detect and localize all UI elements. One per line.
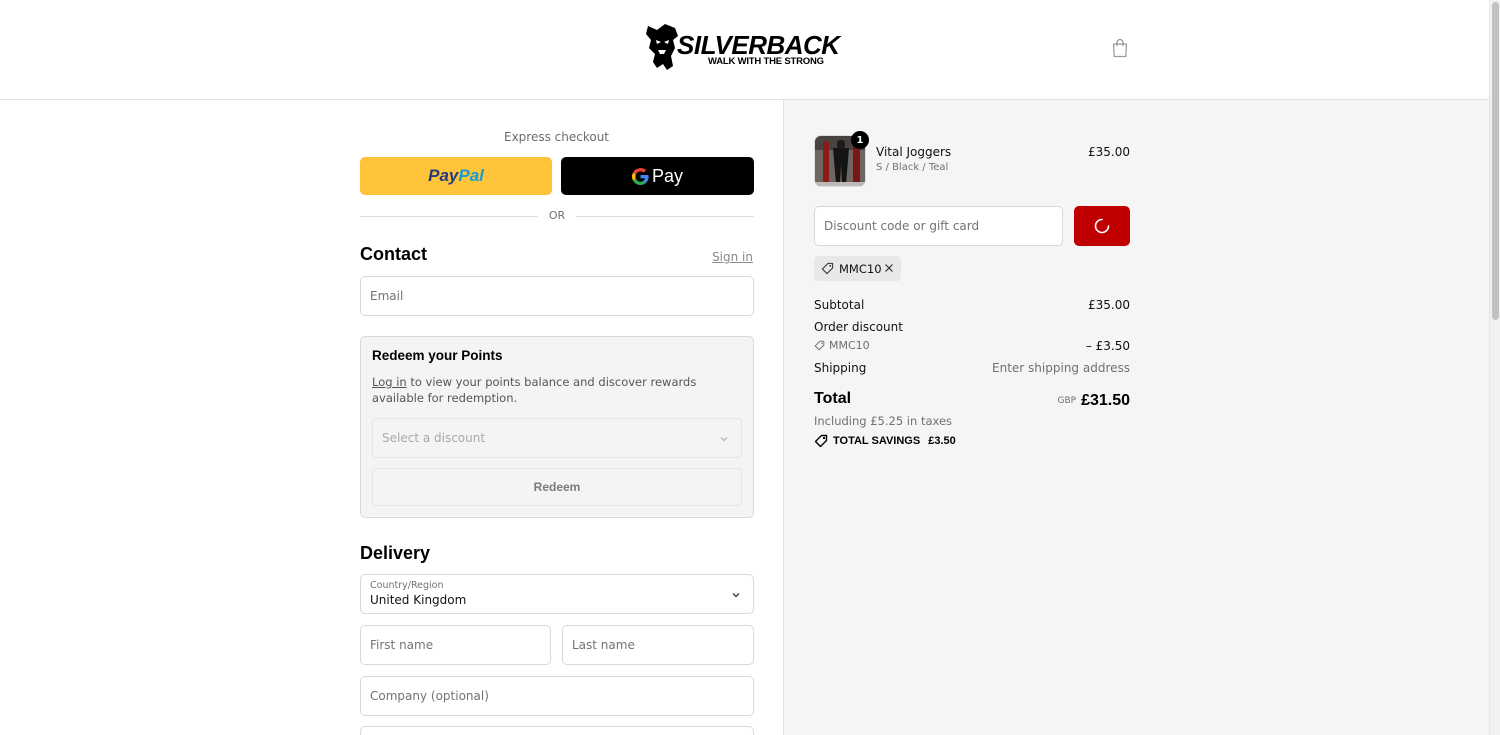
tag-icon xyxy=(814,434,828,448)
apply-discount-button[interactable] xyxy=(1074,206,1130,246)
total-label: Total xyxy=(814,390,852,407)
divider-right xyxy=(576,216,754,217)
remove-discount-icon[interactable] xyxy=(884,263,894,273)
last-name-placeholder: Last name xyxy=(572,638,635,652)
redeem-points-heading: Redeem your Points xyxy=(372,348,503,363)
address-field[interactable] xyxy=(360,726,754,735)
chevron-down-icon xyxy=(720,437,728,442)
contact-heading: Contact xyxy=(360,244,427,264)
page-scrollbar[interactable] xyxy=(1489,0,1500,735)
tag-icon xyxy=(821,262,834,275)
express-checkout-title: Express checkout xyxy=(503,130,610,144)
site-header: SILVERBACK WALK WITH THE STRONG xyxy=(0,0,1489,100)
total-amount: GBP £31.50 xyxy=(930,390,1130,410)
gorilla-logo-icon xyxy=(646,24,678,70)
total-savings-label: TOTAL SAVINGS xyxy=(833,435,921,447)
first-name-placeholder: First name xyxy=(370,638,434,652)
tax-line: Including £5.25 in taxes xyxy=(814,414,953,428)
delivery-heading: Delivery xyxy=(360,543,431,563)
applied-discount-code: MMC10 xyxy=(839,261,882,276)
google-g-icon xyxy=(632,167,649,185)
tag-icon xyxy=(814,340,825,351)
brand-tagline: WALK WITH THE STRONG xyxy=(708,56,824,67)
shopping-bag-icon[interactable] xyxy=(1111,38,1129,58)
total-savings-value: £3.50 xyxy=(928,435,956,447)
divider-left xyxy=(360,216,538,217)
last-name-field[interactable]: Last name xyxy=(562,625,754,665)
currency-code: GBP xyxy=(1057,396,1077,406)
order-discount-code: MMC10 xyxy=(814,339,870,352)
shipping-value: Enter shipping address xyxy=(992,361,1130,375)
product-price: £35.00 xyxy=(1088,145,1130,159)
country-value: United Kingdom xyxy=(370,593,467,607)
email-placeholder: Email xyxy=(370,289,404,303)
brand-logo[interactable]: SILVERBACK WALK WITH THE STRONG xyxy=(645,22,841,74)
or-divider-text: OR xyxy=(548,209,566,222)
loading-spinner-icon xyxy=(1094,218,1110,234)
shipping-label: Shipping xyxy=(814,361,867,375)
total-value: £31.50 xyxy=(1081,392,1130,409)
discount-code-placeholder: Discount code or gift card xyxy=(824,219,980,233)
discount-code-input[interactable]: Discount code or gift card xyxy=(814,206,1063,246)
subtotal-value: £35.00 xyxy=(1088,298,1130,312)
order-discount-value: – £3.50 xyxy=(1085,339,1130,353)
sign-in-link[interactable]: Sign in xyxy=(690,250,753,264)
chevron-down-icon xyxy=(732,593,740,598)
product-name: Vital Joggers xyxy=(876,145,952,159)
order-discount-label: Order discount xyxy=(814,320,903,334)
first-name-field[interactable]: First name xyxy=(360,625,551,665)
quantity-badge: 1 xyxy=(851,131,869,149)
google-pay-label: Pay xyxy=(651,165,684,186)
email-field[interactable]: Email xyxy=(360,276,754,316)
redeem-points-box: Redeem your Points Log in to view your p… xyxy=(360,336,754,518)
google-pay-button[interactable]: Pay xyxy=(561,157,754,195)
redeem-button[interactable]: Redeem xyxy=(372,468,742,506)
log-in-link[interactable]: Log in xyxy=(372,375,407,389)
scrollbar-thumb[interactable] xyxy=(1492,2,1499,320)
paypal-logo: PayPal xyxy=(428,166,484,185)
applied-discount-chip: MMC10 xyxy=(814,256,901,281)
discount-select-placeholder: Select a discount xyxy=(382,431,486,445)
company-placeholder: Company (optional) xyxy=(370,689,489,703)
redeem-points-description: Log in to view your points balance and d… xyxy=(372,375,697,405)
discount-select[interactable]: Select a discount xyxy=(372,418,742,458)
country-label: Country/Region xyxy=(370,580,444,591)
country-select[interactable]: Country/Region United Kingdom xyxy=(360,574,754,614)
subtotal-label: Subtotal xyxy=(814,298,865,312)
company-field[interactable]: Company (optional) xyxy=(360,676,754,716)
paypal-button[interactable]: PayPal xyxy=(360,157,552,195)
product-variant: S / Black / Teal xyxy=(876,162,949,173)
total-savings: TOTAL SAVINGS £3.50 xyxy=(814,434,956,448)
